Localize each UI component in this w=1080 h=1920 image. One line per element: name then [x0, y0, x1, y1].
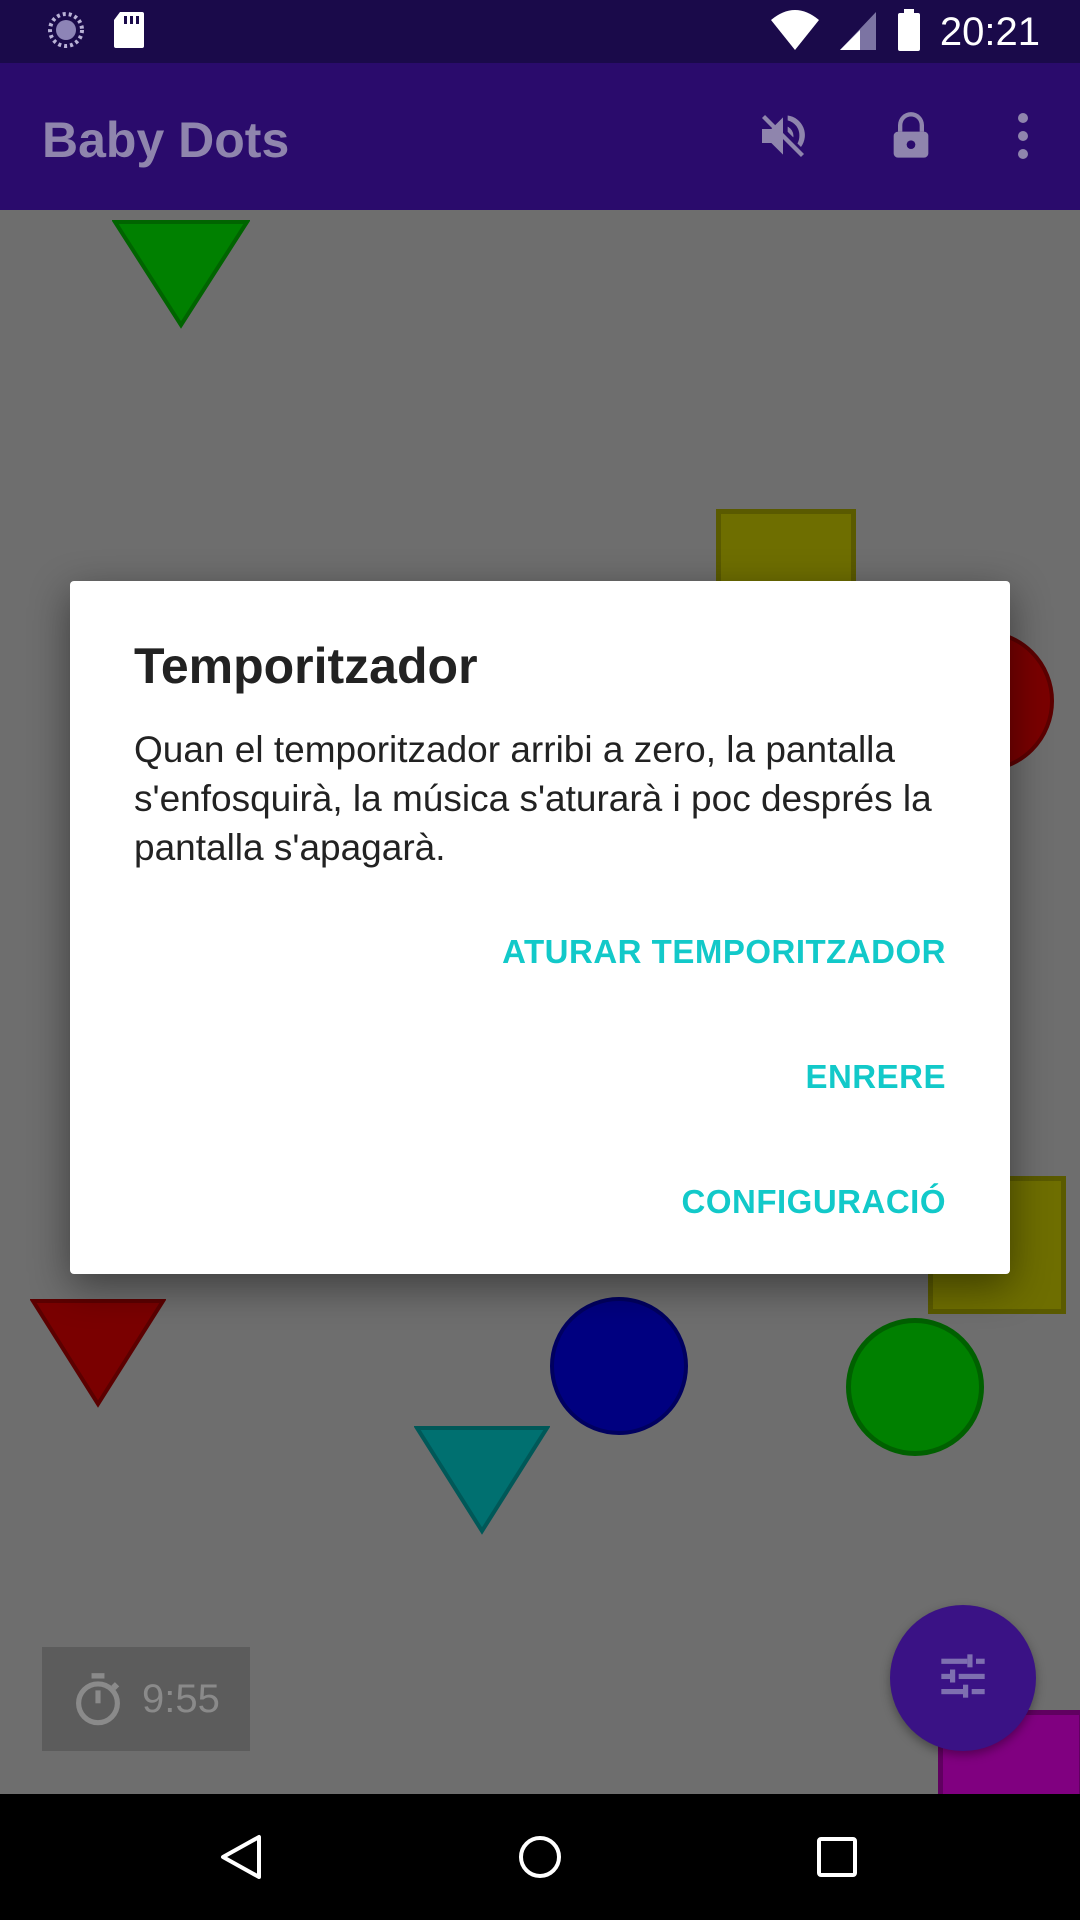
timer-value: 9:55 [142, 1676, 220, 1721]
overflow-menu-button[interactable] [988, 103, 1058, 173]
green-circle-shape [846, 1318, 984, 1456]
home-circle-icon [517, 1834, 563, 1884]
nav-home-button[interactable] [505, 1824, 575, 1894]
nav-back-button[interactable] [206, 1824, 276, 1894]
stop-timer-button[interactable]: ATURAR TEMPORITZADOR [502, 933, 946, 971]
stopwatch-icon [72, 1671, 124, 1727]
back-button[interactable]: ENRERE [805, 1058, 946, 1096]
lock-icon [885, 108, 937, 168]
app-title: Baby Dots [42, 112, 290, 168]
blue-circle-shape [550, 1297, 688, 1435]
timer-chip[interactable]: 9:55 [42, 1647, 250, 1751]
status-bar: 20:21 [0, 0, 1080, 63]
status-clock: 20:21 [939, 10, 1040, 54]
green-triangle-shape [112, 220, 250, 329]
back-triangle-icon [219, 1833, 263, 1885]
battery-icon [896, 8, 922, 56]
settings-button[interactable]: CONFIGURACIÓ [682, 1183, 947, 1221]
navigation-bar [0, 1794, 1080, 1920]
wifi-icon [770, 8, 820, 56]
overflow-menu-icon [1013, 110, 1033, 166]
lock-button[interactable] [876, 103, 946, 173]
volume-off-icon [755, 108, 811, 168]
nav-recents-button[interactable] [802, 1824, 872, 1894]
dialog-title: Temporitzador [134, 638, 478, 694]
cell-signal-icon [838, 8, 878, 56]
mute-button[interactable] [748, 103, 818, 173]
tune-sliders-icon [937, 1652, 989, 1704]
app-bar: Baby Dots [0, 63, 1080, 210]
dialog-message: Quan el temporitzador arribi a zero, la … [134, 729, 932, 868]
recents-square-icon [816, 1836, 858, 1882]
teal-triangle-shape [414, 1426, 550, 1535]
loading-circle-icon [46, 10, 86, 54]
sd-card-icon [112, 10, 146, 54]
settings-fab[interactable] [890, 1605, 1036, 1751]
red-triangle-shape [30, 1299, 166, 1408]
timer-dialog: Temporitzador Quan el temporitzador arri… [70, 581, 1010, 1274]
